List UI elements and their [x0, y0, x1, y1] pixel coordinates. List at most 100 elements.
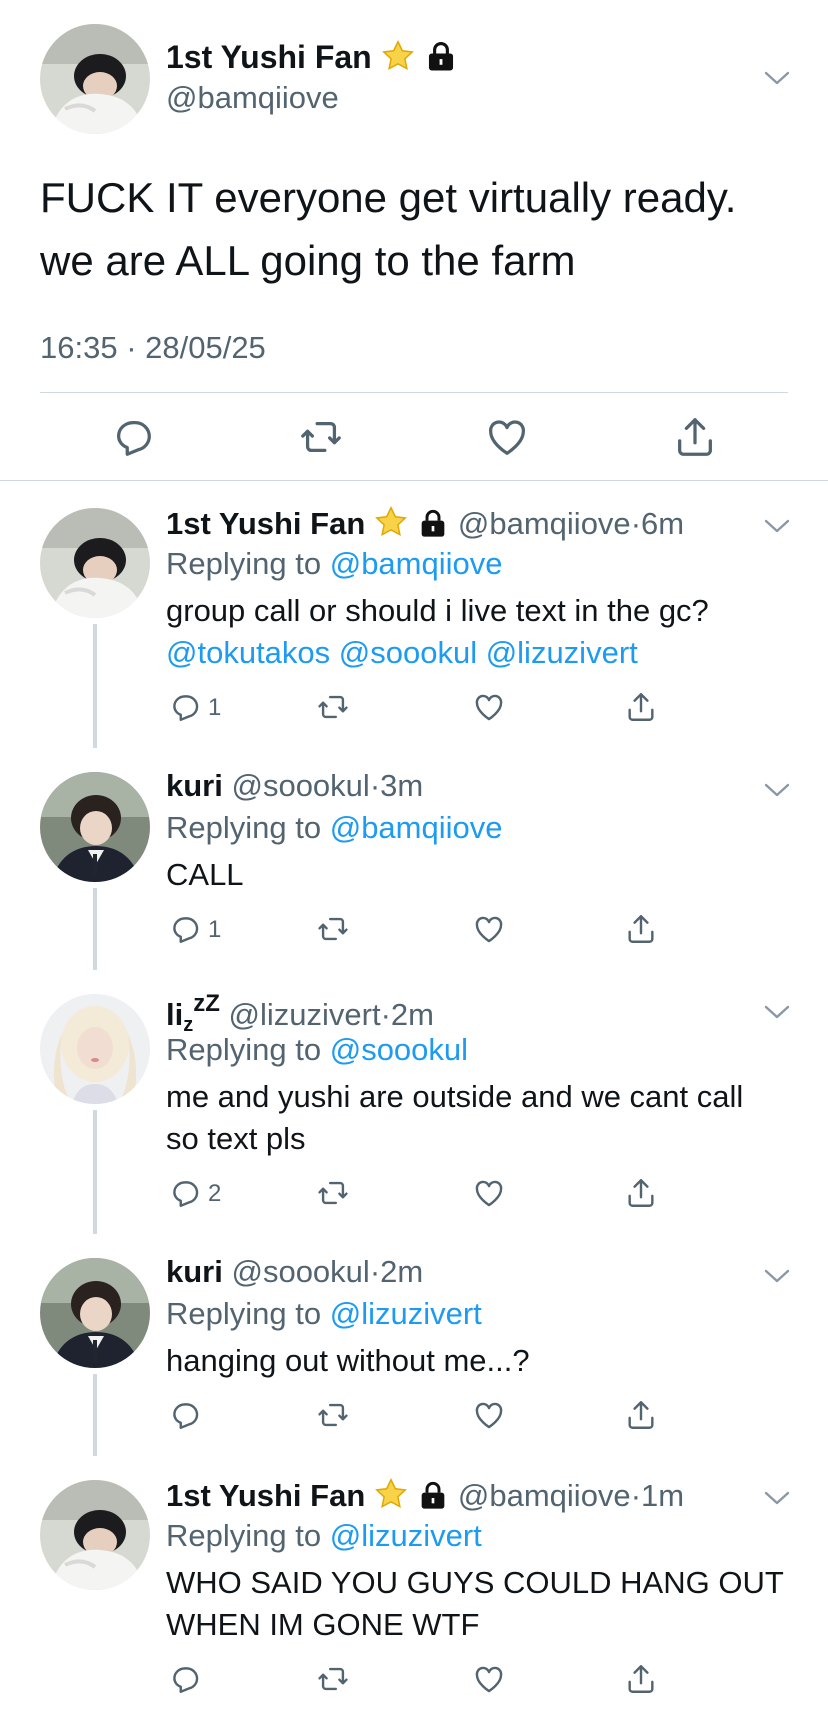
display-name[interactable]: kuri	[166, 1254, 223, 1289]
avatar[interactable]	[40, 994, 150, 1104]
replying-to-link[interactable]: @bamqiiove	[330, 546, 503, 581]
like-icon[interactable]	[472, 1662, 506, 1696]
avatar[interactable]	[40, 508, 150, 618]
author-handle[interactable]: @bamqiiove	[458, 506, 631, 541]
reply-text: me and yushi are outside and we cant cal…	[166, 1079, 744, 1156]
share-icon[interactable]	[624, 912, 658, 946]
chevron-down-icon[interactable]	[762, 516, 792, 536]
replying-label: Replying to	[166, 1032, 322, 1067]
avatar-image	[40, 508, 150, 618]
author-handle[interactable]: @lizuzivert	[229, 997, 381, 1032]
chevron-down-icon[interactable]	[762, 1488, 792, 1508]
reply-actions	[166, 1398, 686, 1438]
chevron-down-icon[interactable]	[762, 68, 792, 88]
separator: ·	[630, 1478, 642, 1513]
reply-icon[interactable]	[168, 1398, 202, 1432]
reply-tweet[interactable]: 1st Yushi Fan @bamqiiove·6m Replying to …	[0, 484, 828, 748]
avatar-image	[40, 1258, 150, 1368]
display-name[interactable]: 1st Yushi Fan	[166, 39, 372, 75]
replying-to-link[interactable]: @soookul	[330, 1032, 468, 1067]
reply-header: kuri @soookul·3m	[166, 768, 423, 804]
retweet-icon[interactable]	[316, 912, 350, 946]
retweet-icon[interactable]	[316, 1662, 350, 1696]
tweet-timestamp[interactable]: 16:35 · 28/05/25	[40, 330, 266, 366]
reply-icon[interactable]	[168, 912, 202, 946]
replying-to-link[interactable]: @bamqiiove	[330, 810, 503, 845]
avatar[interactable]	[40, 1258, 150, 1368]
reply-icon[interactable]	[168, 1662, 202, 1696]
reply-time[interactable]: 6m	[641, 506, 684, 541]
reply-time[interactable]: 1m	[641, 1478, 684, 1513]
like-icon[interactable]	[472, 1398, 506, 1432]
name-badges	[373, 1476, 449, 1520]
star-icon	[380, 38, 416, 74]
author-handle[interactable]: @bamqiiove	[166, 80, 339, 116]
section-divider	[0, 480, 828, 481]
author-handle[interactable]: @soookul	[231, 1254, 369, 1289]
reply-header: 1st Yushi Fan @bamqiiove·1m	[166, 1476, 684, 1520]
author-name-row[interactable]: 1st Yushi Fan	[166, 38, 458, 82]
reply-text: group call or should i live text in the …	[166, 590, 806, 674]
reply-time[interactable]: 3m	[380, 768, 423, 803]
divider	[40, 392, 788, 393]
main-tweet: 1st Yushi Fan @bamqiiove FUCK IT everyon…	[0, 0, 828, 480]
share-icon[interactable]	[672, 414, 718, 460]
star-icon	[373, 1476, 409, 1512]
retweet-icon[interactable]	[316, 1398, 350, 1432]
reply-tweet[interactable]: 1st Yushi Fan @bamqiiove·1m Replying to …	[0, 1456, 828, 1718]
avatar[interactable]	[40, 1480, 150, 1590]
replying-to-link[interactable]: @lizuzivert	[330, 1518, 482, 1553]
share-icon[interactable]	[624, 1176, 658, 1210]
display-name[interactable]: kuri	[166, 768, 223, 803]
like-icon[interactable]	[472, 690, 506, 724]
separator: ·	[369, 1254, 381, 1289]
reply-icon[interactable]	[110, 414, 156, 460]
author-handle[interactable]: @soookul	[231, 768, 369, 803]
reply-header: lizzZ @lizuzivert·2m	[166, 990, 434, 1037]
retweet-icon[interactable]	[298, 414, 344, 460]
reply-icon[interactable]	[168, 690, 202, 724]
reply-tweet[interactable]: kuri @soookul·3m Replying to @bamqiiove …	[0, 748, 828, 970]
like-icon[interactable]	[484, 414, 530, 460]
reply-count: 1	[208, 694, 222, 721]
reply-time[interactable]: 2m	[380, 1254, 423, 1289]
chevron-down-icon[interactable]	[762, 1266, 792, 1286]
replying-to: Replying to @bamqiiove	[166, 810, 503, 846]
display-name[interactable]: 1st Yushi Fan	[166, 1478, 365, 1513]
separator: ·	[380, 997, 391, 1032]
author-handle[interactable]: @bamqiiove	[458, 1478, 631, 1513]
share-icon[interactable]	[624, 1662, 658, 1696]
avatar-image	[40, 24, 150, 134]
display-name-sup: z	[193, 990, 206, 1017]
retweet-icon[interactable]	[316, 690, 350, 724]
like-icon[interactable]	[472, 1176, 506, 1210]
replying-to-link[interactable]: @lizuzivert	[330, 1296, 482, 1331]
reply-tweet[interactable]: kuri @soookul·2m Replying to @lizuzivert…	[0, 1234, 828, 1456]
reply-text: WHO SAID YOU GUYS COULD HANG OUT WHEN IM…	[166, 1565, 784, 1642]
lock-icon	[417, 508, 449, 540]
replying-to: Replying to @soookul	[166, 1032, 468, 1068]
display-name[interactable]: 1st Yushi Fan	[166, 506, 365, 541]
share-icon[interactable]	[624, 690, 658, 724]
like-icon[interactable]	[472, 912, 506, 946]
reply-header: kuri @soookul·2m	[166, 1254, 423, 1290]
reply-time[interactable]: 2m	[391, 997, 434, 1032]
reply-icon[interactable]	[168, 1176, 202, 1210]
display-name-sup2: Z	[205, 990, 220, 1017]
reply-count: 1	[208, 916, 222, 943]
thread-line	[93, 624, 97, 748]
avatar[interactable]	[40, 772, 150, 882]
share-icon[interactable]	[624, 1398, 658, 1432]
retweet-icon[interactable]	[316, 1176, 350, 1210]
lock-icon	[417, 1480, 449, 1512]
mention-links[interactable]: @tokutakos @soookul @lizuzivert	[166, 635, 638, 670]
name-badges	[380, 38, 458, 82]
avatar[interactable]	[40, 24, 150, 134]
replying-label: Replying to	[166, 546, 322, 581]
chevron-down-icon[interactable]	[762, 1002, 792, 1022]
replying-label: Replying to	[166, 810, 322, 845]
chevron-down-icon[interactable]	[762, 780, 792, 800]
separator: ·	[369, 768, 381, 803]
reply-tweet[interactable]: lizzZ @lizuzivert·2m Replying to @soooku…	[0, 970, 828, 1234]
display-name[interactable]: lizzZ	[166, 990, 220, 1036]
